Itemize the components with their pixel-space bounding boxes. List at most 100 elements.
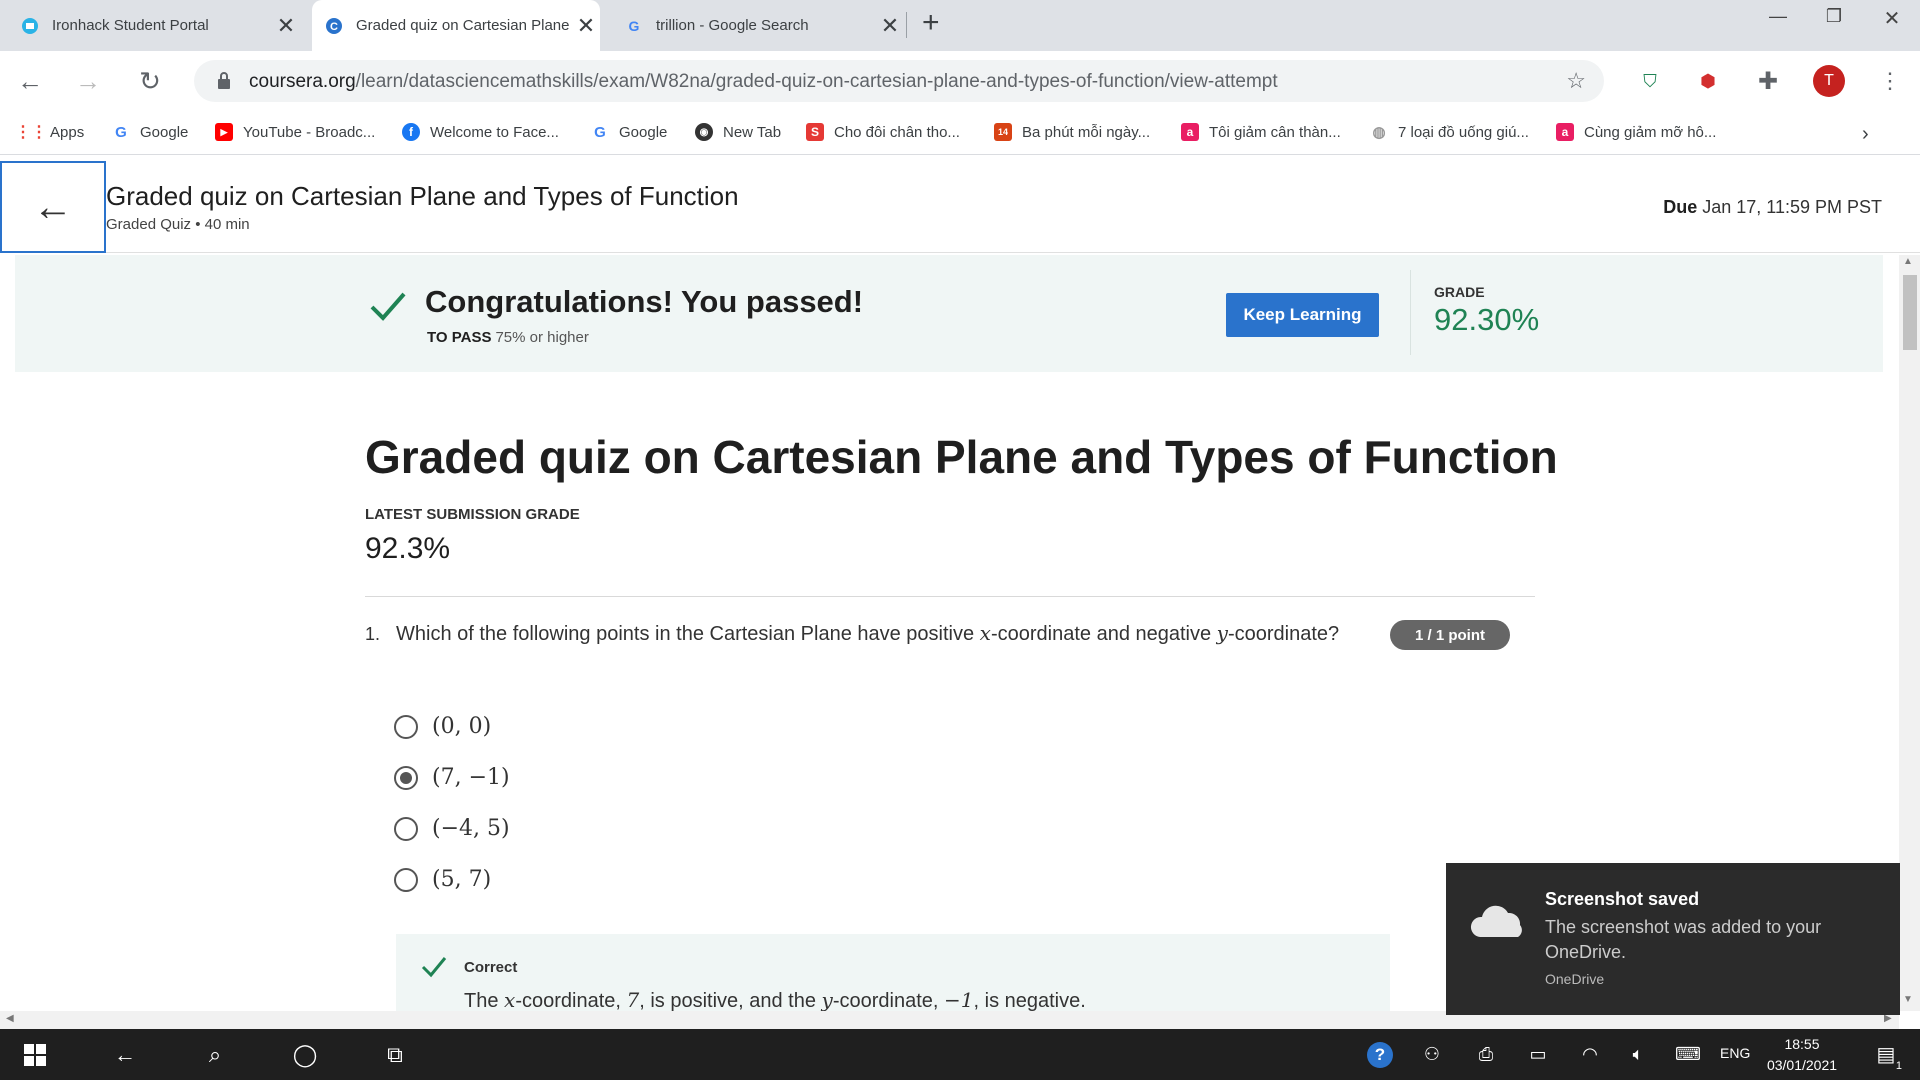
new-tab-button[interactable]: + (922, 6, 940, 40)
tab-strip: Ironhack Student Portal ✕ C Graded quiz … (0, 0, 1920, 51)
points-badge: 1 / 1 point (1390, 620, 1510, 650)
search-icon[interactable]: ⌕ (190, 1029, 240, 1080)
bookmark-apps[interactable]: ⋮⋮ Apps (15, 123, 84, 142)
wifi-icon[interactable]: ◠ (1572, 1029, 1608, 1080)
maximize-icon[interactable]: ❐ (1814, 6, 1854, 27)
globe-icon: ◍ (1372, 124, 1386, 141)
pass-banner (15, 255, 1883, 372)
browser-toolbar: ← → ↻ coursera.org/learn/datasciencemath… (0, 51, 1920, 111)
menu-kebab-icon[interactable]: ⋮ (1874, 65, 1906, 97)
answer-option[interactable]: (5, 7) (394, 867, 491, 892)
page-subtitle: Graded Quiz • 40 min (106, 216, 250, 233)
checkmark-icon (420, 952, 448, 987)
bookmark-star-icon[interactable]: ☆ (1566, 68, 1586, 94)
a-icon: a (1556, 123, 1574, 141)
radio-button[interactable] (394, 867, 418, 892)
google-icon: G (628, 17, 640, 34)
answer-option-selected[interactable]: (7, −1) (394, 765, 510, 790)
notification-title: Screenshot saved (1545, 889, 1700, 909)
pass-message: Congratulations! You passed! (425, 284, 864, 319)
quiz-title: Graded quiz on Cartesian Plane and Types… (365, 431, 1558, 483)
windows-taskbar: ← ⌕ ◯ ⧉ ? ⚇ ⎙ ▭ ◠ 🔈︎ ⌨ ENG 18:55 03/01/20… (0, 1029, 1920, 1080)
volume-icon[interactable]: 🔈︎ (1620, 1029, 1656, 1080)
grade-value: 92.30% (1434, 302, 1540, 337)
tab-ironhack[interactable]: Ironhack Student Portal ✕ (20, 0, 300, 51)
svg-text:C: C (330, 21, 338, 33)
bookmark-7-loai[interactable]: ◍ 7 loại đồ uống giú... (1370, 123, 1528, 142)
help-icon[interactable]: ? (1362, 1029, 1398, 1080)
grade-label: GRADE (1434, 284, 1485, 300)
minimize-icon[interactable]: — (1758, 6, 1798, 27)
chevron-right-icon[interactable]: › (1862, 123, 1869, 146)
keep-learning-button[interactable]: Keep Learning (1226, 293, 1379, 337)
notification-center-icon[interactable]: ▤ 1 (1866, 1029, 1906, 1080)
meet-now-icon[interactable]: ⎙ (1468, 1029, 1504, 1080)
tab-title: trillion - Google Search (656, 17, 809, 34)
tab-google-search[interactable]: G trillion - Google Search ✕ (624, 0, 904, 51)
address-bar[interactable]: coursera.org/learn/datasciencemathskills… (194, 60, 1604, 102)
apps-grid-icon: ⋮⋮ (15, 124, 47, 141)
scroll-left-icon[interactable]: ◀ (6, 1013, 14, 1024)
close-tab-icon[interactable]: ✕ (876, 13, 904, 39)
cloud-icon (1466, 901, 1530, 941)
onedrive-notification[interactable]: Screenshot saved The screenshot was adde… (1446, 863, 1900, 1015)
bookmark-facebook[interactable]: f Welcome to Face... (402, 123, 559, 141)
keyboard-icon[interactable]: ⌨ (1668, 1029, 1708, 1080)
s-icon: S (806, 123, 824, 141)
profile-avatar[interactable]: T (1813, 65, 1845, 97)
radio-button-selected[interactable] (394, 765, 418, 790)
bookmark-toi-giam-can[interactable]: a Tôi giảm cân thàn... (1181, 123, 1341, 141)
google-icon: G (115, 123, 127, 141)
bookmark-ba-phut[interactable]: 14 Ba phút mỗi ngày... (994, 123, 1150, 141)
radio-button[interactable] (394, 816, 418, 841)
feedback-label: Correct (464, 959, 518, 976)
close-window-icon[interactable]: ✕ (1872, 6, 1912, 31)
extension-adblock-icon[interactable]: ⬢ (1692, 65, 1724, 97)
tab-divider (906, 12, 907, 38)
forward-arrow-icon[interactable]: → (68, 61, 108, 101)
due-date: Due Jan 17, 11:59 PM PST (1663, 197, 1882, 217)
facebook-icon: f (402, 123, 420, 141)
back-arrow-icon[interactable]: ← (10, 61, 50, 101)
scroll-up-icon[interactable]: ▲ (1903, 256, 1913, 267)
pass-threshold: TO PASS 75% or higher (427, 329, 589, 346)
a-icon: a (1181, 123, 1199, 141)
windows-start-icon[interactable] (10, 1029, 60, 1080)
extension-shield-icon[interactable]: ⛉ (1634, 65, 1666, 97)
back-arrow-icon[interactable]: ← (0, 161, 106, 253)
url-text: coursera.org/learn/datasciencemathskills… (249, 71, 1278, 92)
bookmark-youtube[interactable]: ▶ YouTube - Broadc... (215, 123, 375, 141)
close-tab-icon[interactable]: ✕ (272, 13, 300, 39)
close-tab-icon[interactable]: ✕ (572, 13, 600, 39)
language-indicator[interactable]: ENG (1720, 1045, 1750, 1061)
tab-title: Ironhack Student Portal (52, 17, 209, 34)
extensions-puzzle-icon[interactable]: ✚ (1752, 65, 1784, 97)
page-title: Graded quiz on Cartesian Plane and Types… (106, 181, 739, 211)
vertical-scrollbar[interactable] (1899, 255, 1920, 1011)
divider (365, 596, 1535, 597)
ironhack-icon (20, 16, 40, 36)
back-arrow-icon[interactable]: ← (100, 1029, 150, 1080)
bookmark-google-2[interactable]: G Google (591, 123, 667, 141)
github-icon: ◉ (695, 123, 713, 141)
answer-option[interactable]: (0, 0) (394, 714, 491, 739)
bookmark-cho-doi-chan[interactable]: S Cho đôi chân tho... (806, 123, 960, 141)
reload-icon[interactable]: ↻ (130, 61, 170, 101)
bookmark-cung-giam-mo[interactable]: a Cùng giảm mỡ hô... (1556, 123, 1716, 141)
people-icon[interactable]: ⚇ (1414, 1029, 1450, 1080)
answer-option[interactable]: (−4, 5) (394, 816, 510, 841)
radio-button[interactable] (394, 714, 418, 739)
bookmark-new-tab[interactable]: ◉ New Tab (695, 123, 781, 141)
bookmark-google[interactable]: G Google (112, 123, 188, 141)
scrollbar-thumb[interactable] (1903, 275, 1917, 350)
battery-icon[interactable]: ▭ (1520, 1029, 1556, 1080)
cortana-icon[interactable]: ◯ (280, 1029, 330, 1080)
clock[interactable]: 18:55 03/01/2021 (1758, 1034, 1846, 1076)
course-header: ← Graded quiz on Cartesian Plane and Typ… (0, 161, 1920, 253)
scroll-down-icon[interactable]: ▼ (1903, 994, 1913, 1005)
lock-icon (216, 71, 232, 96)
bookmarks-bar: ⋮⋮ Apps G Google ▶ YouTube - Broadc... f Wel… (0, 111, 1920, 155)
question-number: 1. (365, 624, 381, 644)
task-view-icon[interactable]: ⧉ (370, 1029, 420, 1080)
tab-coursera[interactable]: C Graded quiz on Cartesian Plane ✕ (312, 0, 600, 51)
